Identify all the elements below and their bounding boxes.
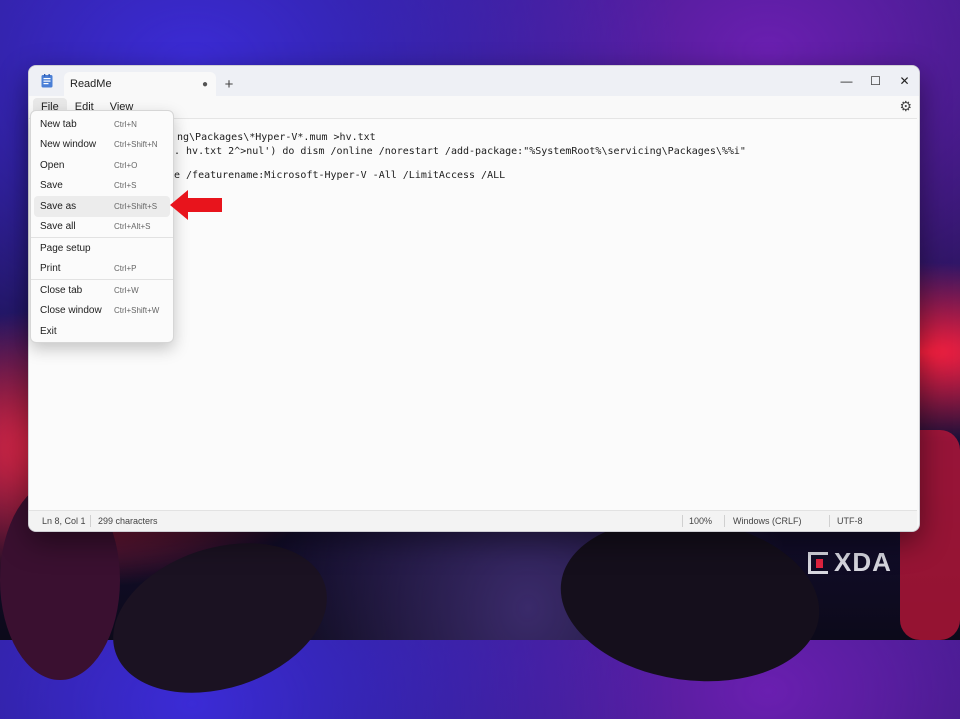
watermark-text: XDA [834, 547, 892, 577]
cursor-position: Ln 8, Col 1 [42, 516, 86, 526]
editor-line: e /featurename:Microsoft-Hyper-V -All /L… [174, 170, 506, 181]
status-divider [682, 515, 683, 527]
menu-item-shortcut: Ctrl+Shift+W [114, 306, 160, 316]
editor-line: . hv.txt 2^>nul') do dism /online /nores… [174, 146, 746, 157]
menu-item-label: Exit [40, 325, 57, 337]
character-count: 299 characters [98, 516, 158, 526]
status-bar: Ln 8, Col 1 299 characters 100% Windows … [29, 510, 917, 531]
status-divider [724, 515, 725, 527]
menu-item-new-tab[interactable]: New tab Ctrl+N [34, 114, 170, 135]
menu-item-exit[interactable]: Exit [34, 321, 170, 342]
menu-item-save-as[interactable]: Save as Ctrl+Shift+S [34, 196, 170, 217]
menu-item-label: Save all [40, 221, 76, 233]
menu-item-page-setup[interactable]: Page setup [34, 238, 170, 259]
menu-item-label: Page setup [40, 242, 91, 254]
new-tab-button[interactable]: + [216, 72, 242, 96]
menu-item-save-all[interactable]: Save all Ctrl+Alt+S [34, 217, 170, 238]
status-divider [829, 515, 830, 527]
file-menu-dropdown: New tab Ctrl+N New window Ctrl+Shift+N Ope… [30, 110, 174, 343]
menu-item-shortcut: Ctrl+O [114, 160, 138, 170]
menu-item-label: Close window [40, 305, 102, 317]
title-bar: ReadMe ● + — ☐ ✕ [29, 66, 919, 96]
background-shape [93, 517, 347, 719]
encoding[interactable]: UTF-8 [837, 516, 863, 526]
menu-item-label: Close tab [40, 284, 83, 296]
menu-item-shortcut: Ctrl+P [114, 264, 137, 274]
menu-item-shortcut: Ctrl+W [114, 285, 139, 295]
annotation-arrow-icon [170, 190, 222, 220]
menu-item-new-window[interactable]: New window Ctrl+Shift+N [34, 135, 170, 156]
menu-item-label: New window [40, 139, 97, 151]
xda-watermark: XDA [808, 547, 892, 578]
tab-title: ReadMe [70, 78, 112, 90]
xda-logo-icon [808, 551, 828, 574]
line-ending[interactable]: Windows (CRLF) [733, 516, 802, 526]
menu-item-label: Save [40, 180, 63, 192]
unsaved-dot-icon[interactable]: ● [202, 79, 208, 90]
menu-item-shortcut: Ctrl+N [114, 119, 137, 129]
menu-item-close-window[interactable]: Close window Ctrl+Shift+W [34, 301, 170, 322]
minimize-button[interactable]: — [832, 66, 861, 96]
menu-item-label: Open [40, 159, 65, 171]
menu-item-label: Print [40, 263, 61, 275]
menu-item-shortcut: Ctrl+Shift+N [114, 140, 158, 150]
close-button[interactable]: ✕ [890, 66, 919, 96]
menu-item-open[interactable]: Open Ctrl+O [34, 155, 170, 176]
zoom-level[interactable]: 100% [689, 516, 712, 526]
notepad-app-icon [38, 72, 56, 90]
status-divider [90, 515, 91, 527]
menu-item-shortcut: Ctrl+S [114, 181, 137, 191]
menu-item-shortcut: Ctrl+Shift+S [114, 201, 158, 211]
window-controls: — ☐ ✕ [832, 66, 919, 96]
menu-item-print[interactable]: Print Ctrl+P [34, 259, 170, 280]
menu-item-close-tab[interactable]: Close tab Ctrl+W [34, 280, 170, 301]
menu-item-save[interactable]: Save Ctrl+S [34, 176, 170, 197]
editor-line: ng\Packages\*Hyper-V*.mum >hv.txt [177, 132, 376, 143]
tab-readme[interactable]: ReadMe ● [64, 72, 216, 96]
menu-item-label: New tab [40, 118, 77, 130]
menu-item-shortcut: Ctrl+Alt+S [114, 222, 151, 232]
menu-item-label: Save as [40, 200, 77, 212]
settings-gear-icon[interactable]: ⚙ [899, 98, 912, 115]
maximize-button[interactable]: ☐ [861, 66, 890, 96]
